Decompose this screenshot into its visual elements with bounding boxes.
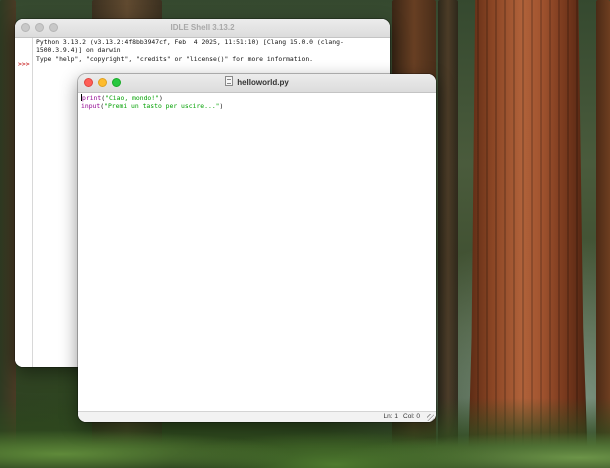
editor-window-title: helloworld.py: [78, 74, 436, 92]
code-line: print("Ciao, mondo!"): [81, 94, 223, 102]
editor-filename: helloworld.py: [237, 78, 289, 87]
code-text[interactable]: print("Ciao, mondo!") input("Premi un tas…: [81, 94, 223, 111]
cursor-position: Ln: 1 Col: 0: [384, 412, 420, 422]
shell-window-title: IDLE Shell 3.13.2: [170, 23, 235, 32]
shell-titlebar[interactable]: IDLE Shell 3.13.2: [15, 19, 390, 38]
code-line: input("Premi un tasto per uscire..."): [81, 102, 223, 110]
shell-prompt-gutter: [15, 38, 33, 367]
shell-prompt: >>>: [18, 60, 30, 68]
resize-grip-icon[interactable]: [427, 414, 434, 421]
code-editor-area[interactable]: [78, 93, 436, 412]
code-builtin: print: [82, 94, 102, 102]
python-file-icon: [225, 76, 234, 86]
shell-output-line: 1500.3.9.4)] on darwin: [36, 46, 121, 55]
editor-window[interactable]: helloworld.py print("Ciao, mondo!") input…: [78, 74, 436, 422]
code-builtin: input: [81, 102, 101, 111]
code-punctuation: ): [219, 102, 224, 111]
code-string: "Premi un tasto per uscire...": [104, 102, 220, 111]
editor-status-bar: Ln: 1 Col: 0: [78, 411, 436, 422]
code-string: "Ciao, mondo!": [105, 94, 159, 102]
column-indicator: Col: 0: [403, 413, 420, 420]
shell-output[interactable]: Python 3.13.2 (v3.13.2:4f8bb3947cf, Feb …: [36, 38, 384, 63]
code-punctuation: ): [158, 94, 163, 102]
shell-output-line: Python 3.13.2 (v3.13.2:4f8bb3947cf, Feb …: [36, 38, 344, 46]
editor-titlebar[interactable]: helloworld.py: [78, 74, 436, 93]
line-indicator: Ln: 1: [383, 413, 399, 420]
shell-output-line: Type "help", "copyright", "credits" or "…: [36, 54, 314, 63]
